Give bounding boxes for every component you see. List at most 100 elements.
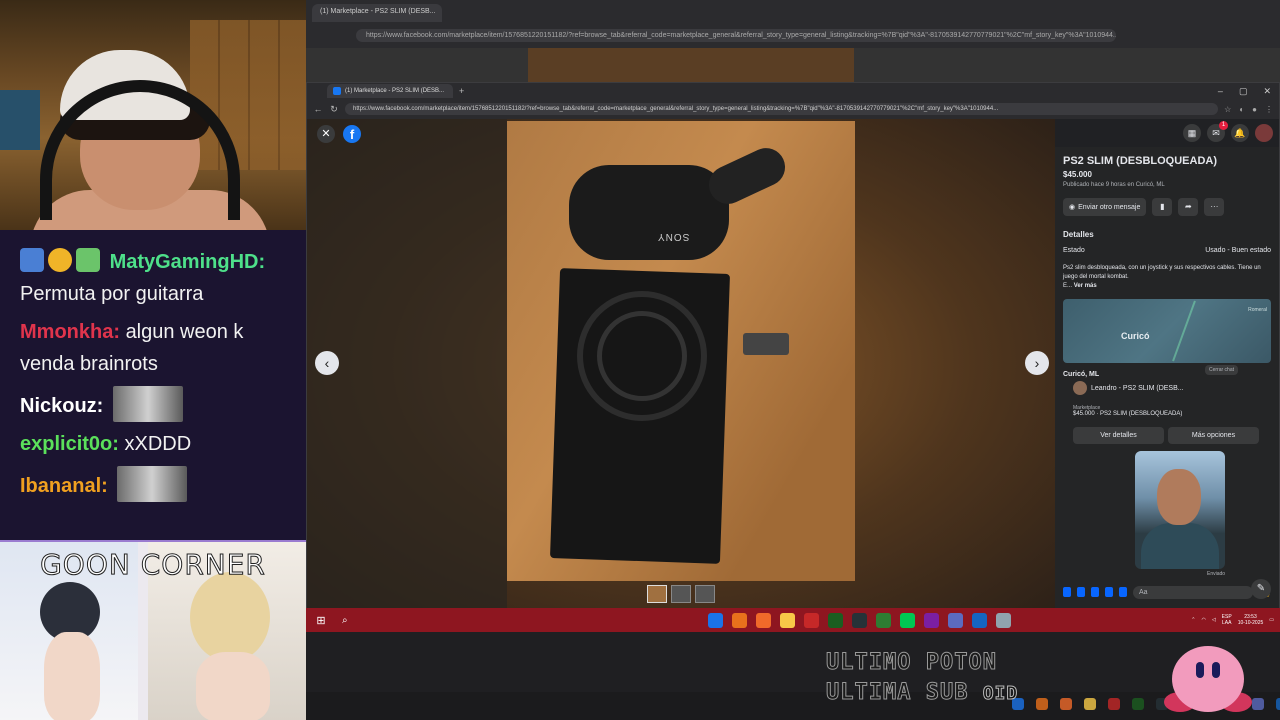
taskbar-apps [707, 612, 1011, 628]
chat-username: MatyGamingHD: [109, 251, 266, 273]
language-indicator[interactable]: ESP LAA [1222, 614, 1232, 626]
clock[interactable]: 23:53 10-10-2025 [1238, 614, 1264, 626]
listing-price: $45.000 [1063, 170, 1092, 179]
notification-center-icon[interactable]: ▭ [1269, 617, 1274, 623]
chat-text: xXDDD [124, 433, 192, 455]
taskbar-app-icon[interactable] [707, 612, 723, 628]
profile-icon[interactable]: ● [1252, 105, 1257, 114]
search-icon[interactable]: ⌕ [342, 615, 348, 626]
menu-icon[interactable]: ⋮ [1265, 105, 1273, 114]
overlay-panel: GOON CORNER [0, 540, 306, 720]
taskbar-app-icon[interactable] [971, 612, 987, 628]
tray-chevron-icon[interactable]: ⌃ [1191, 617, 1195, 623]
taskbar-app-icon[interactable] [875, 612, 891, 628]
view-details-button[interactable]: Ver detalles [1073, 427, 1164, 444]
background-tab[interactable]: (1) Marketplace - PS2 SLIM (DESB... [312, 4, 442, 22]
chat-buttons: Ver detalles Más opciones [1073, 427, 1259, 444]
location-map[interactable]: Curicó Romeral [1063, 299, 1271, 363]
chat-message: explicit0o: xXDDD [20, 428, 292, 460]
mic-icon[interactable] [1077, 587, 1085, 597]
facebook-logo-icon[interactable]: f [343, 125, 361, 143]
taskbar-app-icon[interactable] [731, 612, 747, 628]
sent-video[interactable] [1135, 451, 1225, 569]
windows-start-icon[interactable]: ⊞ [310, 614, 332, 627]
chat-username: explicit0o: [20, 433, 119, 455]
minimize-icon[interactable]: – [1218, 86, 1223, 97]
profile-avatar[interactable] [1255, 124, 1273, 142]
overlay-line2: ULTIMA SUB [825, 680, 969, 706]
listing-title: PS2 SLIM (DESBLOQUEADA) [1063, 155, 1218, 167]
see-more-link[interactable]: Ver más [1074, 283, 1097, 289]
new-tab-icon[interactable]: + [459, 86, 464, 96]
save-bookmark-icon[interactable]: ▮ [1152, 198, 1173, 216]
back-icon[interactable]: ← [313, 104, 323, 114]
chat-listing-card[interactable]: Marketplace $45.000 · PS2 SLIM (DESBLOQU… [1073, 405, 1259, 417]
browser-tab[interactable]: (1) Marketplace - PS2 SLIM (DESB... ✕ [327, 84, 453, 98]
description-text: Ps2 slim desbloqueada, con un joystick y… [1063, 265, 1261, 280]
taskbar-app-icon[interactable] [755, 612, 771, 628]
sticker-icon[interactable] [1105, 587, 1113, 597]
windows-taskbar: ⊞ ⌕ ⌃ ◠ ◁ ESP LAA 23:53 10-10-2025 ▭ [306, 608, 1280, 632]
taskbar-app-icon[interactable] [923, 612, 939, 628]
more-options-button[interactable]: Más opciones [1168, 427, 1259, 444]
background-taskbar-app-icon [1276, 698, 1280, 710]
image-icon[interactable] [1091, 587, 1099, 597]
wifi-icon[interactable]: ◠ [1201, 617, 1205, 623]
messenger-icon: ◉ [1069, 204, 1076, 211]
volume-icon[interactable]: ◁ [1212, 617, 1216, 623]
url-input[interactable]: https://www.facebook.com/marketplace/ite… [345, 103, 1219, 115]
notifications-bell-icon[interactable]: 🔔 [1231, 124, 1249, 142]
reload-icon[interactable]: ↻ [329, 104, 339, 115]
badge-icon [76, 248, 100, 272]
background-url[interactable]: https://www.facebook.com/marketplace/ite… [356, 28, 1116, 42]
map-secondary-label: Romeral [1248, 307, 1267, 313]
emote-icon [112, 386, 183, 422]
system-tray: ⌃ ◠ ◁ ESP LAA 23:53 10-10-2025 ▭ [1191, 614, 1280, 626]
photo-thumbnails [647, 585, 715, 603]
background-photo [528, 48, 854, 84]
thumbnail[interactable] [671, 585, 691, 603]
person-shirt [1141, 523, 1219, 569]
stream-chat: MatyGamingHD: Permuta por guitarra Mmonk… [0, 230, 306, 540]
language-line2: LAA [1221, 620, 1232, 626]
message-input[interactable]: Aa [1133, 585, 1253, 599]
controller-brand: SONY [657, 231, 690, 242]
chat-name: Leandro - PS2 SLIM (DESB... [1091, 384, 1184, 392]
plus-icon[interactable] [1063, 587, 1071, 597]
controller-grip [702, 141, 792, 211]
taskbar-app-icon[interactable] [899, 612, 915, 628]
chat-header[interactable]: Leandro - PS2 SLIM (DESB... [1073, 381, 1259, 395]
maximize-icon[interactable]: ▢ [1239, 86, 1248, 97]
extension-icon[interactable]: ◐ [1239, 105, 1244, 114]
chat-message: Mmonkha: algun weon k venda brainrots [20, 316, 292, 380]
bookmark-star-icon[interactable]: ☆ [1224, 105, 1231, 114]
taskbar-app-icon[interactable] [803, 612, 819, 628]
gif-icon[interactable] [1119, 587, 1127, 597]
background-address-bar: https://www.facebook.com/marketplace/ite… [306, 22, 1280, 48]
taskbar-app-icon[interactable] [779, 612, 795, 628]
more-options-icon[interactable]: ··· [1204, 198, 1225, 216]
background-tab-bar: (1) Marketplace - PS2 SLIM (DESB... [306, 0, 1280, 22]
thumbnail[interactable] [695, 585, 715, 603]
next-photo-icon[interactable]: › [1025, 351, 1049, 375]
map-road [1172, 300, 1196, 362]
condition-label: Estado [1063, 247, 1085, 254]
location-text: Curicó, ML [1063, 371, 1100, 378]
previous-photo-icon[interactable]: ‹ [315, 351, 339, 375]
share-icon[interactable]: ➦ [1178, 198, 1199, 216]
taskbar-app-icon[interactable] [947, 612, 963, 628]
taskbar-app-icon[interactable] [827, 612, 843, 628]
new-message-icon[interactable]: ✎ [1251, 579, 1271, 599]
close-window-icon[interactable]: ✕ [1263, 86, 1271, 97]
taskbar-app-icon[interactable] [995, 612, 1011, 628]
messenger-icon[interactable]: ✉ 1 [1207, 121, 1228, 142]
send-message-button[interactable]: ◉ Enviar otro mensaje [1063, 198, 1147, 216]
taskbar-app-icon[interactable] [851, 612, 867, 628]
background-taskbar-app-icon [1084, 698, 1096, 710]
overlay-pid: OID [982, 683, 1019, 705]
thumbnail[interactable] [647, 585, 667, 603]
listing-description: Ps2 slim desbloqueada, con un joystick y… [1063, 264, 1271, 291]
menu-grid-icon[interactable]: ▦ [1183, 124, 1201, 142]
close-viewer-icon[interactable]: ✕ [317, 125, 335, 143]
chat-message: MatyGamingHD: Permuta por guitarra [20, 246, 292, 310]
